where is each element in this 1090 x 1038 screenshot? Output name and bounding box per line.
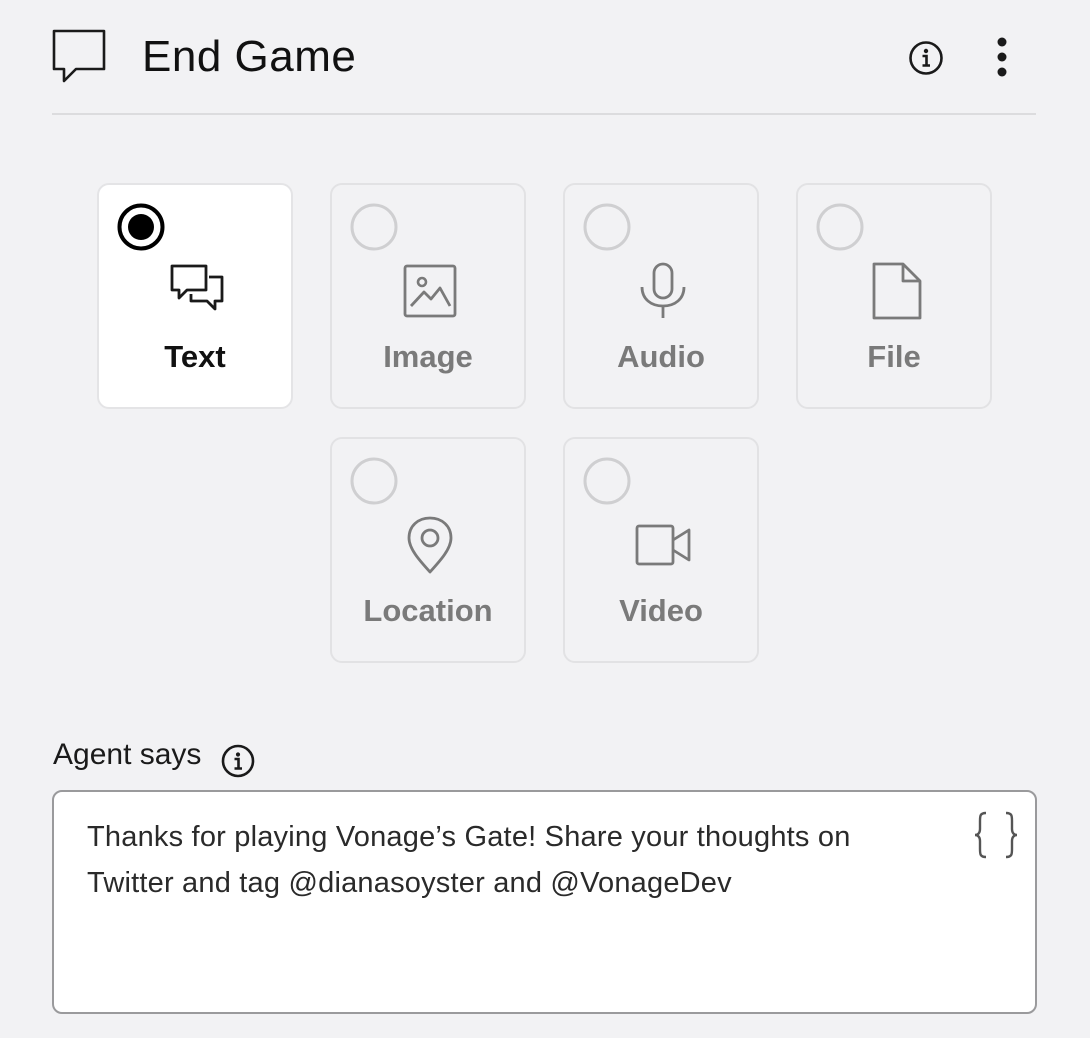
message-type-image[interactable]: Image — [330, 183, 526, 409]
radio-unselected[interactable] — [350, 457, 398, 505]
message-type-audio[interactable]: Audio — [563, 183, 759, 409]
message-type-label: Video — [619, 593, 703, 628]
radio-selected[interactable] — [117, 203, 165, 251]
message-type-label: File — [867, 339, 921, 374]
message-type-label: Location — [363, 593, 493, 628]
message-type-file[interactable]: File — [796, 183, 992, 409]
agent-says-text[interactable]: Thanks for playing Vonage’s Gate! Share … — [87, 814, 937, 906]
image-icon — [403, 264, 457, 318]
message-type-location[interactable]: Location — [330, 437, 526, 663]
agent-says-textarea[interactable]: Thanks for playing Vonage’s Gate! Share … — [52, 790, 1037, 1014]
radio-unselected[interactable] — [583, 457, 631, 505]
message-type-label: Text — [164, 339, 226, 374]
message-type-label: Audio — [617, 339, 705, 374]
microphone-icon — [640, 262, 686, 318]
chat-bubbles-icon — [170, 264, 224, 311]
info-icon[interactable] — [907, 39, 945, 77]
curly-braces-icon[interactable] — [972, 810, 1020, 860]
message-type-label: Image — [383, 339, 473, 374]
speech-bubble-icon — [52, 29, 106, 83]
radio-unselected[interactable] — [583, 203, 631, 251]
header: End Game — [52, 0, 1036, 115]
file-icon — [872, 262, 922, 320]
location-pin-icon — [407, 516, 453, 574]
message-type-text[interactable]: Text — [97, 183, 293, 409]
radio-unselected[interactable] — [816, 203, 864, 251]
video-camera-icon — [635, 524, 691, 566]
page-title: End Game — [142, 32, 357, 81]
agent-says-label: Agent says — [53, 738, 202, 771]
info-icon[interactable] — [220, 743, 256, 779]
more-vertical-icon[interactable] — [982, 36, 1022, 78]
radio-unselected[interactable] — [350, 203, 398, 251]
message-type-video[interactable]: Video — [563, 437, 759, 663]
